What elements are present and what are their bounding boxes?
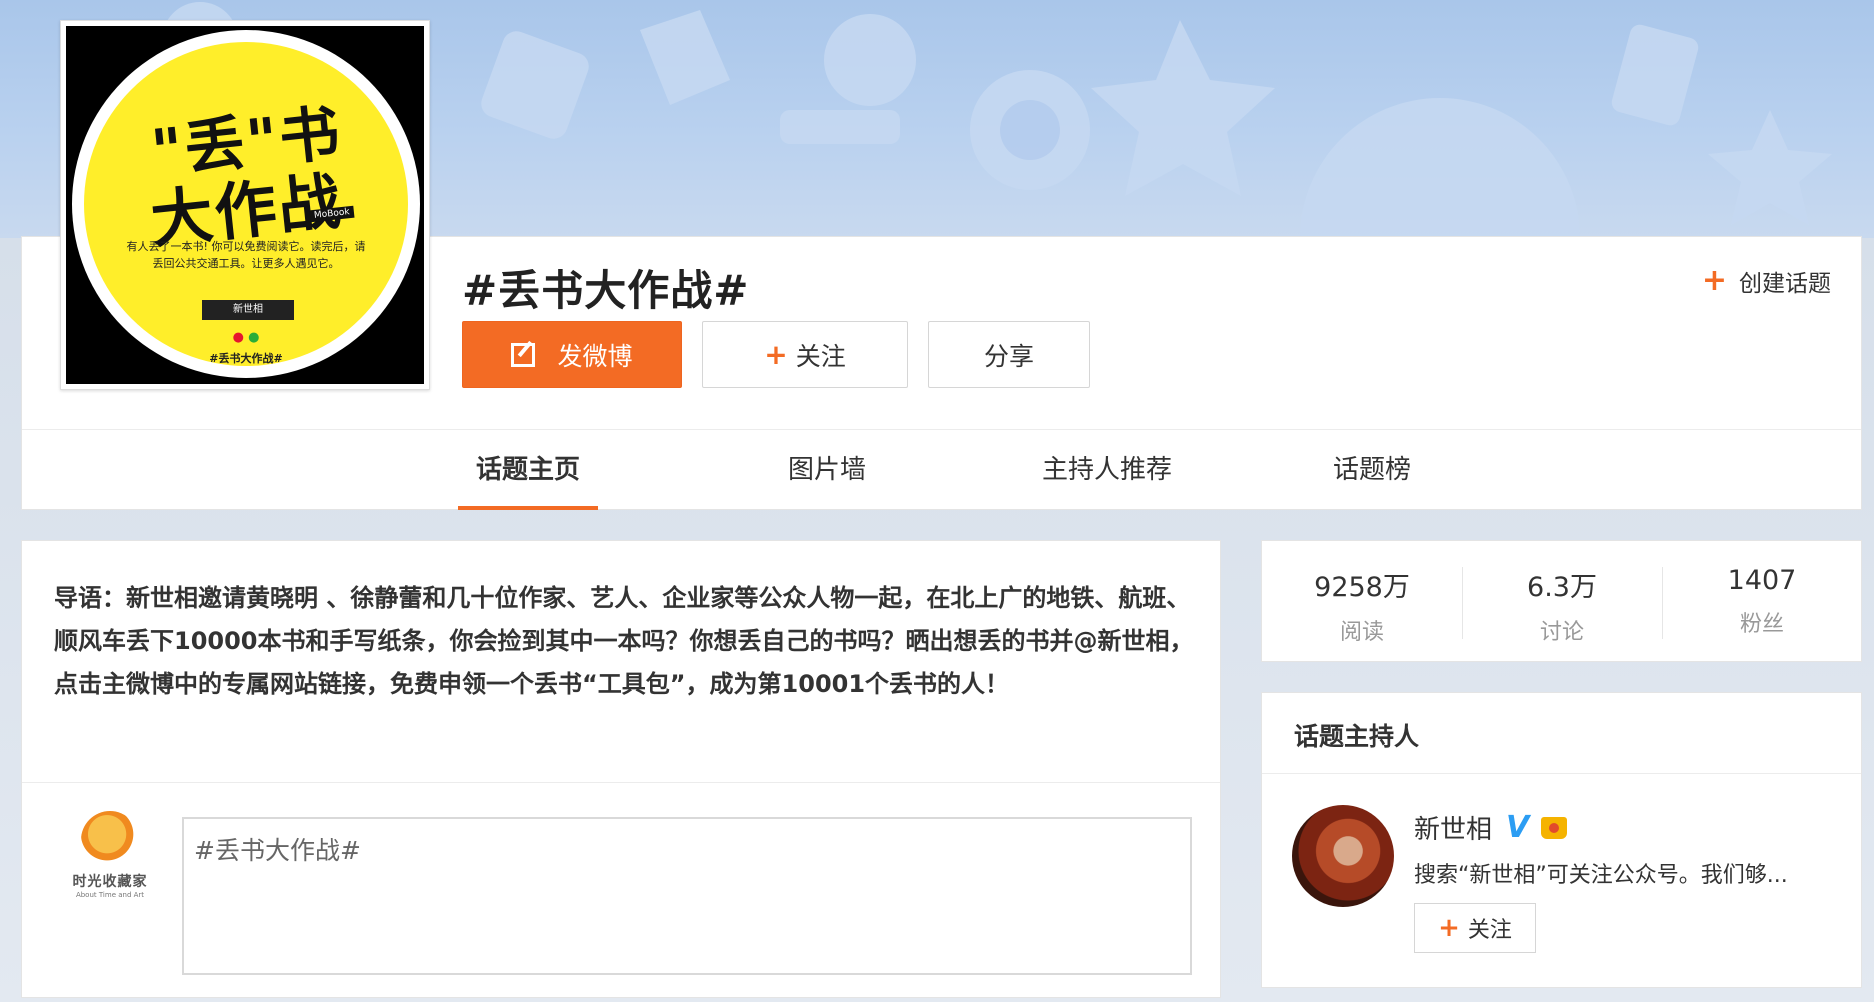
plus-icon: + xyxy=(1438,913,1460,943)
user-avatar[interactable]: 时光收藏家 About Time and Art xyxy=(60,807,160,907)
plus-icon: + xyxy=(764,338,788,371)
stat-reads-label: 阅读 xyxy=(1339,620,1384,645)
post-weibo-button[interactable]: 发微博 xyxy=(462,321,682,388)
host-section-title: 话题主持人 xyxy=(1294,722,1420,751)
host-name[interactable]: 新世相 xyxy=(1414,809,1492,846)
stat-discussions-value: 6.3万 xyxy=(1527,572,1597,603)
avatar-logo-text: 时光收藏家 xyxy=(72,874,148,890)
cover-box: 新世相 xyxy=(202,300,294,320)
host-name-row: 新世相 V xyxy=(1414,809,1568,846)
post-composer-input[interactable]: #丢书大作战# xyxy=(182,817,1192,975)
divider xyxy=(22,782,1220,783)
stat-fans-label: 粉丝 xyxy=(1739,612,1784,637)
verified-icon: V xyxy=(1506,810,1530,845)
follow-topic-button[interactable]: + 关注 xyxy=(702,321,908,388)
topic-tabs: 话题主页 图片墙 主持人推荐 话题榜 xyxy=(22,430,1861,510)
tab-topic-rank[interactable]: 话题榜 xyxy=(1312,430,1432,510)
create-topic-label: 创建话题 xyxy=(1739,270,1831,297)
create-topic-link[interactable]: + 创建话题 xyxy=(1702,263,1831,298)
follow-topic-label: 关注 xyxy=(795,341,846,371)
topic-host-card: 话题主持人 新世相 V 搜索“新世相”可关注公众号。我们够... + 关注 xyxy=(1261,692,1862,988)
share-label: 分享 xyxy=(983,341,1034,371)
host-follow-button[interactable]: + 关注 xyxy=(1414,903,1536,953)
crown-icon xyxy=(1541,816,1568,839)
tab-picture-wall[interactable]: 图片墙 xyxy=(762,430,892,510)
topic-intro-text: 导语：新世相邀请黄晓明 、徐静蕾和几十位作家、艺人、企业家等公众人物一起，在北上… xyxy=(54,584,1194,698)
share-button[interactable]: 分享 xyxy=(928,321,1090,388)
topic-intro-card: 导语：新世相邀请黄晓明 、徐静蕾和几十位作家、艺人、企业家等公众人物一起，在北上… xyxy=(21,540,1221,998)
tab-host-recommend[interactable]: 主持人推荐 xyxy=(1012,430,1202,510)
host-avatar[interactable] xyxy=(1292,805,1394,907)
plus-icon: + xyxy=(1701,263,1727,298)
cover-text: 有人丢了一本书! 你可以免费阅读它。读完后，请丢回公共交通工具。让更多人遇见它。 xyxy=(126,240,366,270)
tab-topic-home[interactable]: 话题主页 xyxy=(458,430,598,510)
avatar-logo-subtext: About Time and Art xyxy=(75,891,145,899)
cover-hashtag: #丢书大作战# xyxy=(209,352,283,365)
cover-social-icons: ● ● xyxy=(232,330,260,345)
stat-reads-value: 9258万 xyxy=(1314,572,1410,603)
topic-stats-card: 9258万 阅读 6.3万 讨论 1407 粉丝 xyxy=(1261,540,1862,662)
stat-fans-value: 1407 xyxy=(1727,565,1797,596)
host-follow-label: 关注 xyxy=(1467,918,1512,943)
host-description: 搜索“新世相”可关注公众号。我们够... xyxy=(1414,863,1788,888)
post-weibo-label: 发微博 xyxy=(557,341,633,371)
logo-icon xyxy=(81,811,139,869)
stat-fans: 1407 粉丝 xyxy=(1662,565,1862,638)
edit-icon xyxy=(511,342,536,367)
topic-title: #丢书大作战# xyxy=(462,266,750,315)
topic-cover-image: "丢"书 大作战 MoBook 有人丢了一本书! 你可以免费阅读它。读完后，请丢… xyxy=(60,20,430,390)
stat-discussions: 6.3万 讨论 xyxy=(1462,565,1662,646)
stat-discussions-label: 讨论 xyxy=(1539,620,1584,645)
divider xyxy=(1262,773,1861,774)
stat-reads: 9258万 阅读 xyxy=(1262,565,1462,646)
